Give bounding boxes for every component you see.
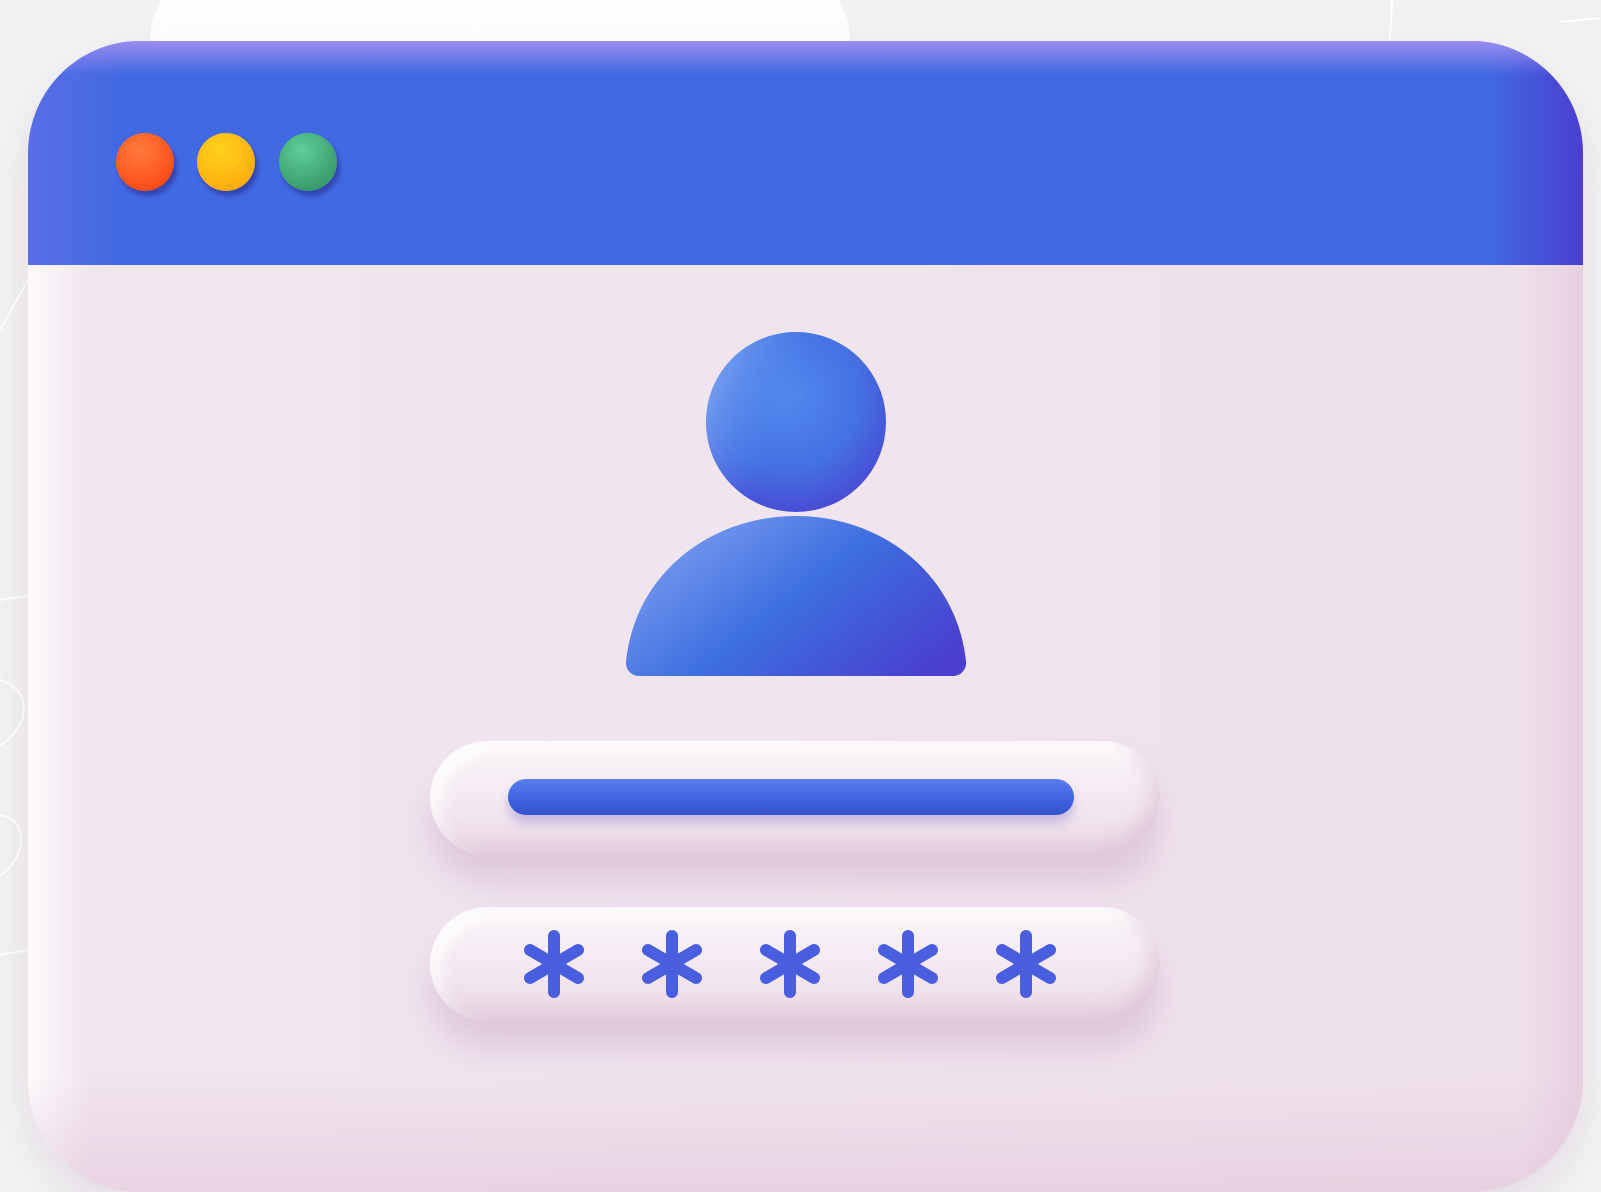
password-mask (520, 927, 1060, 1001)
asterisk-icon (642, 930, 702, 998)
username-field[interactable] (430, 741, 1160, 855)
minimize-window-button[interactable] (197, 133, 255, 191)
window-titlebar (28, 41, 1583, 265)
maximize-window-button[interactable] (279, 133, 337, 191)
user-icon (625, 332, 967, 676)
username-value-bar (508, 779, 1074, 815)
asterisk-icon (760, 930, 820, 998)
asterisk-icon (878, 930, 938, 998)
asterisk-icon (524, 930, 584, 998)
password-field[interactable] (430, 907, 1160, 1021)
login-window (28, 41, 1583, 1192)
close-window-button[interactable] (116, 133, 174, 191)
asterisk-icon (996, 930, 1056, 998)
